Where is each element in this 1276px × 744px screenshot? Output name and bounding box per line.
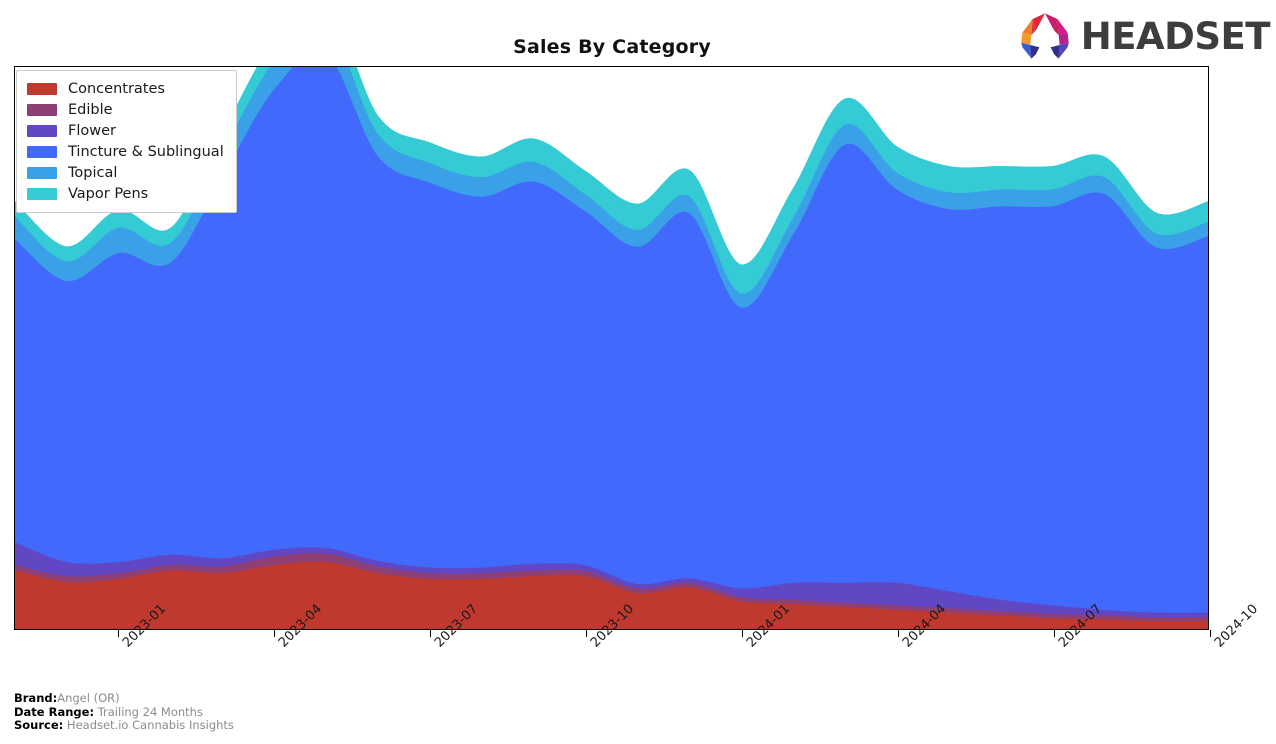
- legend-swatch-icon: [27, 145, 57, 158]
- legend-item-label: Tincture & Sublingual: [68, 143, 224, 160]
- footer-row: Date Range: Trailing 24 Months: [14, 704, 234, 720]
- x-axis-tick: [1054, 630, 1055, 637]
- legend-item[interactable]: Edible: [27, 99, 224, 120]
- x-axis-tick: [274, 630, 275, 637]
- legend-swatch-icon: [27, 124, 57, 137]
- x-axis-tick: [586, 630, 587, 637]
- x-axis-tick-label: 2024-10: [1212, 601, 1262, 651]
- chart-legend: Concentrates Edible Flower Tincture & Subli…: [16, 70, 237, 213]
- footer-row: Source: Headset.io Cannabis Insights: [14, 718, 234, 733]
- x-axis-tick: [118, 630, 119, 637]
- legend-item[interactable]: Flower: [27, 120, 224, 141]
- legend-item-label: Flower: [68, 122, 116, 139]
- x-axis-tick: [1210, 630, 1211, 637]
- x-axis-tick: [742, 630, 743, 637]
- footer-row: Brand:Angel (OR): [14, 691, 234, 706]
- brand-logo-text: HEADSET: [1080, 14, 1271, 58]
- legend-item[interactable]: Tincture & Sublingual: [27, 141, 224, 162]
- legend-item[interactable]: Concentrates: [27, 78, 224, 99]
- footer-value: Headset.io Cannabis Insights: [63, 718, 234, 733]
- chart-footer: Brand:Angel (OR) Date Range: Trailing 24 …: [14, 691, 234, 733]
- legend-swatch-icon: [27, 187, 57, 200]
- legend-item-label: Topical: [68, 164, 118, 181]
- x-axis: 2023-01 2023-04 2023-07 2023-10 2024-01 2024-…: [14, 602, 1261, 651]
- legend-item[interactable]: Topical: [27, 162, 224, 183]
- footer-label: Brand:: [14, 691, 58, 705]
- brand-logo: HEADSET: [1016, 10, 1271, 62]
- footer-label: Date Range:: [14, 704, 95, 719]
- footer-value: Trailing 24 Months: [94, 704, 203, 719]
- legend-swatch-icon: [27, 103, 57, 116]
- legend-item-label: Edible: [68, 101, 113, 118]
- legend-item-label: Concentrates: [68, 80, 165, 97]
- footer-label: Source:: [14, 718, 64, 733]
- legend-item[interactable]: Vapor Pens: [27, 183, 224, 204]
- footer-value: Angel (OR): [57, 691, 120, 705]
- legend-item-label: Vapor Pens: [68, 185, 149, 202]
- x-axis-tick: [898, 630, 899, 637]
- legend-swatch-icon: [27, 166, 57, 179]
- legend-swatch-icon: [27, 82, 57, 95]
- x-axis-tick: [430, 630, 431, 637]
- headset-logo-icon: [1020, 13, 1069, 59]
